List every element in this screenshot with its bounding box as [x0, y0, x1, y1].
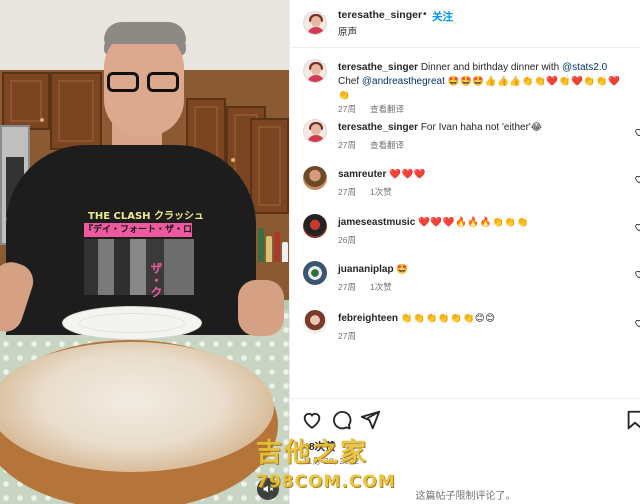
likes-count[interactable]: 48次赞 — [303, 439, 336, 454]
plate — [62, 306, 202, 340]
avatar[interactable] — [303, 59, 327, 83]
comment-username[interactable]: jameseastmusic — [338, 217, 415, 228]
glasses — [107, 72, 183, 94]
comment-time[interactable]: 27周 — [338, 331, 356, 341]
mention-link[interactable]: @andreasthegreat — [362, 76, 445, 87]
comment-likes[interactable]: 1次赞 — [370, 187, 392, 197]
avatar[interactable] — [303, 166, 327, 190]
follow-button[interactable]: 关注 — [432, 9, 453, 24]
see-translation-button[interactable]: 查看翻译 — [370, 104, 404, 114]
like-comment-icon[interactable] — [634, 318, 640, 328]
comment-likes[interactable]: 1次赞 — [370, 282, 392, 292]
kitchen-cabinet — [250, 118, 289, 214]
share-icon[interactable] — [359, 409, 381, 431]
like-comment-icon[interactable] — [634, 174, 640, 184]
comment-username[interactable]: juananiplap — [338, 264, 394, 275]
comment-username[interactable]: samreuter — [338, 169, 386, 180]
comment: samreuter ❤️❤️❤️ 27周 1次赞 — [290, 166, 640, 206]
avatar[interactable] — [303, 310, 327, 334]
audio-label[interactable]: 原声 — [338, 24, 357, 38]
action-bar: 48次赞 11月 28, 2022 这篇帖子限制评论了。 — [290, 398, 640, 504]
shirt-band: 『デイ・フォート・ザ・ロウ』 — [84, 223, 192, 237]
comment-icon[interactable] — [330, 409, 352, 431]
avatar[interactable] — [303, 214, 327, 238]
comment-time[interactable]: 27周 — [338, 282, 356, 292]
post-header: teresathe_singer • 关注 原声 — [290, 0, 640, 48]
caption-text: Chef — [338, 76, 362, 87]
caption-text: Dinner and birthday dinner with — [420, 62, 563, 73]
shirt-photo — [84, 239, 194, 295]
post-panel: teresathe_singer • 关注 原声 teresathe_singe… — [289, 0, 640, 504]
shirt-print: THE CLASH クラッシュ 『デイ・フォート・ザ・ロウ』 — [82, 205, 205, 305]
comments-limited-notice: 这篇帖子限制评论了。 — [415, 491, 516, 502]
comment-time[interactable]: 27周 — [338, 104, 356, 114]
heart-icon[interactable] — [301, 409, 323, 431]
kitchen-cabinet — [50, 72, 102, 150]
separator-dot: • — [423, 9, 427, 20]
comment-text: For Ivan haha not 'either' — [420, 122, 531, 133]
comment-username[interactable]: teresathe_singer — [338, 122, 418, 133]
comment: teresathe_singer For Ivan haha not 'eith… — [290, 119, 640, 159]
post-date[interactable]: 11月 28, 2022 — [303, 455, 359, 467]
see-translation-button[interactable]: 查看翻译 — [370, 140, 404, 150]
emoji-text: 👏👏👏👏👏👏😊😊 — [400, 313, 496, 324]
emoji-text: ❤️❤️❤️ — [389, 169, 427, 180]
caption: teresathe_singer Dinner and birthday din… — [290, 59, 640, 114]
bookmark-icon[interactable] — [624, 409, 640, 431]
like-comment-icon[interactable] — [634, 127, 640, 137]
comment: jameseastmusic ❤️❤️❤️🔥🔥🔥👏👏👏 26周 — [290, 214, 640, 254]
header-username[interactable]: teresathe_singer — [338, 9, 422, 21]
comments-list[interactable]: teresathe_singer Dinner and birthday din… — [290, 48, 640, 398]
mention-link[interactable]: @stats2.0 — [562, 62, 607, 73]
emoji-text: ❤️❤️❤️🔥🔥🔥👏👏👏 — [418, 217, 530, 228]
avatar[interactable] — [303, 11, 327, 35]
comment-time[interactable]: 27周 — [338, 140, 356, 150]
like-comment-icon[interactable] — [634, 269, 640, 279]
like-comment-icon[interactable] — [634, 222, 640, 232]
emoji-text: 😂 — [530, 122, 543, 133]
comment-time[interactable]: 27周 — [338, 187, 356, 197]
comment: febreighteen 👏👏👏👏👏👏😊😊 27周 — [290, 310, 640, 350]
emoji-text: 🤩 — [396, 264, 409, 275]
comment-username[interactable]: febreighteen — [338, 313, 398, 324]
mute-icon — [263, 485, 274, 493]
comment: juananiplap 🤩 27周 1次赞 — [290, 261, 640, 301]
mute-button[interactable] — [257, 478, 279, 500]
shirt-side-text: ザ・ク — [149, 262, 163, 298]
shirt-title: THE CLASH クラッシュ — [88, 211, 205, 222]
post-video[interactable]: THE CLASH クラッシュ 『デイ・フォート・ザ・ロウ』 ザ・ク — [0, 0, 289, 504]
avatar[interactable] — [303, 261, 327, 285]
comment-username[interactable]: teresathe_singer — [338, 62, 418, 73]
avatar[interactable] — [303, 119, 327, 143]
comment-time[interactable]: 26周 — [338, 235, 356, 245]
cake-sugar-top — [0, 342, 274, 472]
